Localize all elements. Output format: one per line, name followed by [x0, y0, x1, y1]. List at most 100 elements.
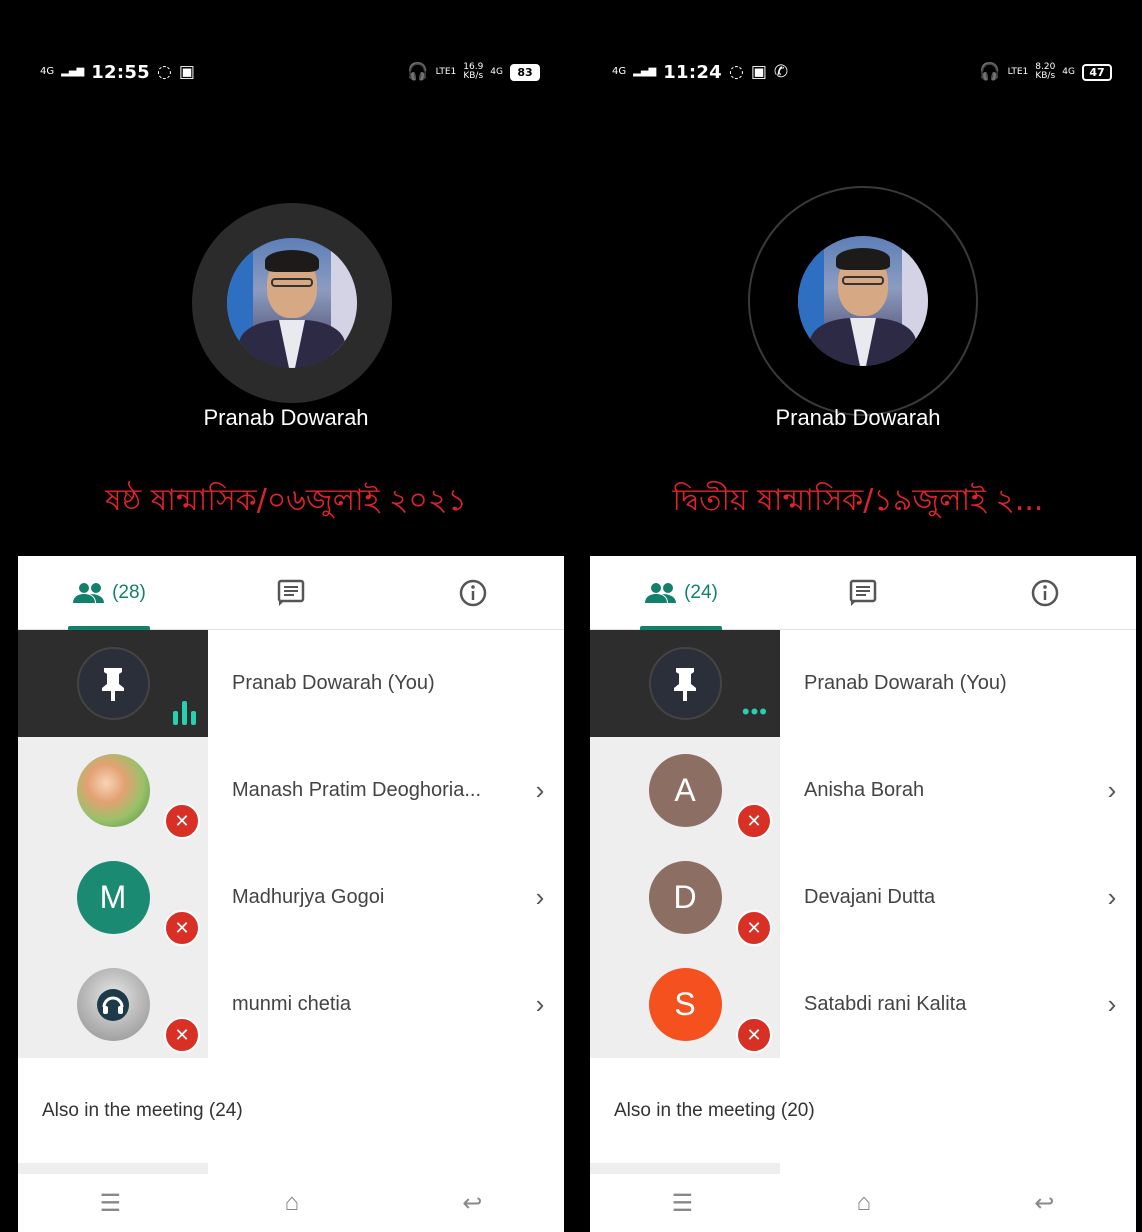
signal-bars-icon: ▂▄▆ — [61, 66, 85, 77]
participant-name: Anisha Borah — [804, 779, 925, 801]
menu-icon[interactable]: ☰ — [100, 1189, 122, 1218]
menu-icon[interactable]: ☰ — [672, 1189, 694, 1218]
signal-bars-icon: ▂▄▆ — [633, 66, 657, 77]
speaker-name: Pranab Dowarah — [775, 405, 941, 430]
participant-thumb: S ✕ — [590, 951, 780, 1058]
clock: 11:24 — [663, 61, 722, 83]
whatsapp-icon: ◌ — [157, 62, 172, 82]
speaker-name: Pranab Dowarah — [203, 405, 369, 430]
mic-off-icon: ✕ — [736, 910, 772, 946]
chat-icon — [849, 579, 877, 606]
participant-row-self[interactable]: Pranab Dowarah (You) — [18, 630, 564, 737]
more-dots-icon: ••• — [741, 699, 768, 724]
meeting-title: ষষ্ঠ ষান্মাসিক/০৬জুলাই ২০২১ — [105, 483, 467, 518]
participant-row[interactable]: D ✕ Devajani Dutta › — [590, 844, 1136, 951]
participant-row[interactable]: A ✕ Anisha Borah › — [590, 737, 1136, 844]
tab-people[interactable]: (28) — [18, 556, 200, 629]
system-nav-bar: ☰ ⌂ ↩ — [590, 1174, 1136, 1232]
meeting-details-panel: (28) Pranab Dowarah (You) ✕ Manash Prati… — [18, 556, 564, 1232]
participant-name: Satabdi rani Kalita — [804, 993, 967, 1015]
signal-icon: 4G — [612, 66, 627, 77]
network-type: 4G — [1062, 66, 1075, 77]
phone-screen-right: 4G ▂▄▆ 11:24 ◌ ▣ ✆ 🎧 LTE1 8.20 KB/s 4G 47 — [580, 0, 1136, 1232]
battery-icon: 47 — [1082, 63, 1112, 81]
participant-avatar-initial: S — [648, 968, 722, 1041]
back-icon[interactable]: ↩ — [1034, 1189, 1054, 1218]
speaking-indicator — [173, 701, 196, 725]
status-bar: 4G ▂▄▆ 11:24 ◌ ▣ ✆ 🎧 LTE1 8.20 KB/s 4G 47 — [612, 60, 1112, 84]
panel-tabs: (28) — [18, 556, 564, 630]
tab-info[interactable] — [382, 556, 564, 629]
clock: 12:55 — [91, 61, 150, 83]
mic-off-icon: ✕ — [164, 803, 200, 839]
network-speed: 16.9 KB/s — [463, 62, 484, 81]
chevron-right-icon[interactable]: › — [516, 775, 564, 806]
active-speaker-tile[interactable] — [192, 203, 392, 403]
participant-avatar-photo — [76, 968, 150, 1041]
participant-row[interactable]: ✕ munmi chetia › — [18, 951, 564, 1058]
participant-avatar-photo — [76, 754, 150, 827]
also-in-meeting-heading: Also in the meeting (24) — [42, 1099, 243, 1121]
meeting-title: দ্বিতীয় ষান্মাসিক/১৯জুলাই ২... — [672, 483, 1044, 518]
participant-row-self[interactable]: ••• Pranab Dowarah (You) — [590, 630, 1136, 737]
chevron-right-icon[interactable]: › — [1088, 775, 1136, 806]
participant-name: Madhurjya Gogoi — [232, 886, 385, 908]
participant-name: Pranab Dowarah (You) — [232, 672, 435, 694]
headphones-icon: 🎧 — [979, 62, 1001, 82]
participant-name: Manash Pratim Deoghoria... — [232, 779, 482, 801]
participant-avatar-initial: M — [76, 861, 150, 934]
panel-tabs: (24) — [590, 556, 1136, 630]
pin-icon — [674, 667, 696, 701]
network-type: 4G — [490, 66, 503, 77]
phone-screen-left: 4G ▂▄▆ 12:55 ◌ ▣ 🎧 LTE1 16.9 KB/s 4G 83 P… — [8, 0, 564, 1232]
speaker-avatar — [798, 236, 928, 366]
home-icon[interactable]: ⌂ — [284, 1189, 299, 1217]
people-icon — [645, 582, 677, 603]
info-icon — [1031, 579, 1059, 606]
participant-thumb: A ✕ — [590, 737, 780, 844]
home-icon[interactable]: ⌂ — [856, 1189, 871, 1217]
tab-info[interactable] — [954, 556, 1136, 629]
participant-avatar-initial: D — [648, 861, 722, 934]
meeting-details-panel: (24) ••• Pranab Dowarah (You) A ✕ Anisha… — [590, 556, 1136, 1232]
chevron-right-icon[interactable]: › — [1088, 989, 1136, 1020]
network-speed: 8.20 KB/s — [1035, 62, 1056, 81]
volte-indicator: LTE1 — [1007, 66, 1029, 77]
chevron-right-icon[interactable]: › — [516, 989, 564, 1020]
tab-chat[interactable] — [200, 556, 382, 629]
participant-thumb: ••• — [590, 630, 780, 737]
participant-name: Devajani Dutta — [804, 886, 936, 908]
screenshot-pair: 4G ▂▄▆ 12:55 ◌ ▣ 🎧 LTE1 16.9 KB/s 4G 83 P… — [0, 0, 1142, 1232]
chevron-right-icon[interactable]: › — [1088, 882, 1136, 913]
participant-name: munmi chetia — [232, 993, 351, 1015]
participant-thumb: ✕ — [18, 951, 208, 1058]
active-speaker-tile[interactable] — [748, 186, 978, 416]
mic-off-icon: ✕ — [736, 803, 772, 839]
mic-off-icon: ✕ — [164, 910, 200, 946]
volte-indicator: LTE1 — [435, 66, 457, 77]
whatsapp-icon: ◌ — [729, 62, 744, 82]
signal-icon: 4G — [40, 66, 55, 77]
people-count: (24) — [684, 581, 718, 603]
mic-off-icon: ✕ — [736, 1017, 772, 1053]
participant-thumb: ✕ — [18, 737, 208, 844]
info-icon — [459, 579, 487, 606]
participant-thumb: D ✕ — [590, 844, 780, 951]
participant-row[interactable]: ✕ Manash Pratim Deoghoria... › — [18, 737, 564, 844]
youtube-icon: ▣ — [750, 62, 767, 82]
back-icon[interactable]: ↩ — [462, 1189, 482, 1218]
people-count: (28) — [112, 581, 146, 603]
status-bar: 4G ▂▄▆ 12:55 ◌ ▣ 🎧 LTE1 16.9 KB/s 4G 83 — [40, 60, 540, 84]
chat-icon — [277, 579, 305, 606]
tab-people[interactable]: (24) — [590, 556, 772, 629]
chevron-right-icon[interactable]: › — [516, 882, 564, 913]
youtube-icon: ▣ — [178, 62, 195, 82]
mic-off-icon: ✕ — [164, 1017, 200, 1053]
speaker-avatar — [227, 238, 357, 368]
participant-name: Pranab Dowarah (You) — [804, 672, 1007, 694]
battery-icon: 83 — [510, 63, 540, 81]
participant-row[interactable]: M ✕ Madhurjya Gogoi › — [18, 844, 564, 951]
participant-row[interactable]: S ✕ Satabdi rani Kalita › — [590, 951, 1136, 1058]
phone-call-icon: ✆ — [773, 62, 789, 82]
tab-chat[interactable] — [772, 556, 954, 629]
